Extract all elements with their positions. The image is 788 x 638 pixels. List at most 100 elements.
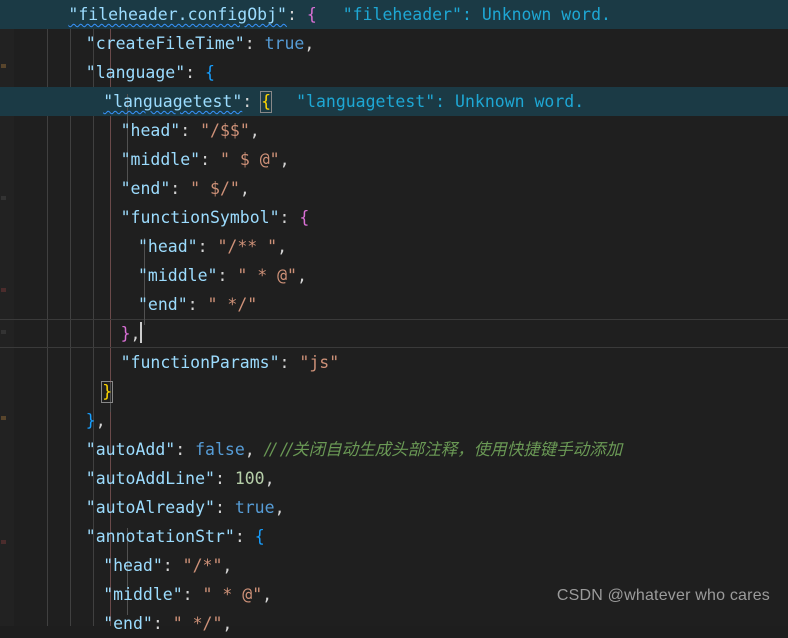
ruler-mark-0 bbox=[1, 64, 6, 68]
json-punctuation: { bbox=[205, 63, 215, 82]
json-property: "end" bbox=[120, 179, 171, 198]
json-property: "functionParams" bbox=[120, 353, 280, 372]
code-line[interactable]: "head": "/** ", bbox=[40, 232, 788, 261]
json-string: " $ @" bbox=[219, 150, 280, 169]
code-line[interactable]: "head": "/*", bbox=[40, 551, 788, 580]
json-punctuation: : bbox=[214, 498, 225, 517]
json-property: "middle" bbox=[138, 266, 218, 285]
json-punctuation: , bbox=[239, 179, 250, 198]
code-editor[interactable]: "fileheader.configObj": {"fileheader": U… bbox=[0, 0, 788, 633]
json-punctuation: , bbox=[262, 585, 273, 604]
json-punctuation: , bbox=[279, 150, 290, 169]
json-punctuation: } bbox=[120, 324, 131, 343]
code-line[interactable]: "functionSymbol": { bbox=[40, 203, 788, 232]
json-punctuation: : bbox=[217, 266, 228, 285]
json-keyword: false bbox=[195, 440, 245, 459]
json-punctuation: : bbox=[242, 92, 253, 111]
code-lines: "fileheader.configObj": {"fileheader": U… bbox=[0, 0, 788, 638]
json-string: " */" bbox=[207, 295, 258, 314]
json-punctuation: , bbox=[95, 411, 106, 430]
code-line[interactable]: "end": " */" bbox=[40, 290, 788, 319]
code-line[interactable]: "head": "/$$", bbox=[40, 116, 788, 145]
json-property: "middle" bbox=[120, 150, 201, 169]
json-punctuation: , bbox=[222, 614, 233, 633]
json-property: "head" bbox=[138, 237, 198, 256]
inline-spelling-hint: "fileheader": Unknown word. bbox=[342, 5, 611, 24]
code-line[interactable]: "fileheader.configObj": {"fileheader": U… bbox=[0, 0, 788, 29]
json-punctuation: : bbox=[187, 295, 198, 314]
json-property: "end" bbox=[138, 295, 188, 314]
code-line[interactable]: "autoAlready": true, bbox=[40, 493, 788, 522]
editor-text-area[interactable]: "fileheader.configObj": {"fileheader": U… bbox=[0, 0, 788, 633]
json-string: "/** " bbox=[217, 237, 278, 256]
bracket-match: } bbox=[101, 381, 114, 403]
json-property: "languagetest" bbox=[103, 92, 243, 111]
json-punctuation: , bbox=[222, 556, 233, 575]
json-punctuation: : bbox=[279, 208, 290, 227]
code-line[interactable]: "autoAdd": false, // //关闭自动生成头部注释，使用快捷键手… bbox=[40, 435, 788, 464]
json-punctuation: { bbox=[299, 208, 310, 227]
json-property: "language" bbox=[85, 63, 186, 82]
json-punctuation: , bbox=[264, 469, 275, 488]
ruler-mark-4 bbox=[1, 416, 6, 420]
watermark-label: CSDN @whatever who cares bbox=[556, 587, 770, 604]
json-punctuation: , bbox=[274, 498, 285, 517]
json-punctuation: : bbox=[286, 5, 297, 24]
json-punctuation: : bbox=[185, 63, 196, 82]
ruler-mark-5 bbox=[1, 540, 6, 544]
code-line[interactable]: "createFileTime": true, bbox=[40, 29, 788, 58]
json-punctuation: : bbox=[214, 469, 225, 488]
inline-spelling-hint: "languagetest": Unknown word. bbox=[296, 92, 585, 111]
json-string: " */" bbox=[172, 614, 223, 633]
code-comment: // //关闭自动生成头部注释，使用快捷键手动添加 bbox=[264, 440, 623, 459]
json-punctuation: , bbox=[244, 440, 255, 459]
code-line[interactable]: "language": { bbox=[40, 58, 788, 87]
code-line[interactable]: "languagetest": { "languagetest": Unknown… bbox=[0, 87, 788, 116]
code-line[interactable]: }, bbox=[40, 406, 788, 435]
json-string: "/$$" bbox=[200, 121, 250, 140]
json-keyword: true bbox=[234, 498, 275, 517]
json-property: "head" bbox=[103, 556, 163, 575]
bracket-match: { bbox=[260, 91, 273, 113]
code-line[interactable]: "end": " */", bbox=[40, 609, 788, 638]
code-line[interactable]: "middle": " $ @", bbox=[40, 145, 788, 174]
json-punctuation: { bbox=[306, 5, 317, 24]
json-punctuation: : bbox=[152, 614, 163, 633]
json-punctuation: , bbox=[296, 266, 307, 285]
code-line[interactable]: }, bbox=[0, 319, 788, 348]
json-punctuation: : bbox=[180, 121, 191, 140]
json-property: "autoAdd" bbox=[85, 440, 176, 459]
json-punctuation: : bbox=[182, 585, 193, 604]
code-line[interactable]: "middle": " * @", bbox=[40, 261, 788, 290]
text-cursor bbox=[140, 322, 143, 343]
code-line[interactable]: "functionParams": "js" bbox=[40, 348, 788, 377]
json-property: "autoAlready" bbox=[85, 498, 215, 517]
code-line[interactable]: "annotationStr": { bbox=[40, 522, 788, 551]
json-property: "annotationStr" bbox=[85, 527, 235, 546]
json-string: " * @" bbox=[237, 266, 297, 285]
json-punctuation: , bbox=[304, 34, 315, 53]
json-property: "end" bbox=[103, 614, 153, 633]
code-line[interactable]: } bbox=[40, 377, 788, 406]
json-string: " * @" bbox=[202, 585, 263, 604]
json-property: "createFileTime" bbox=[85, 34, 245, 53]
json-punctuation: : bbox=[244, 34, 255, 53]
json-punctuation: , bbox=[249, 121, 260, 140]
code-line[interactable]: "end": " $/", bbox=[40, 174, 788, 203]
json-punctuation: } bbox=[85, 411, 96, 430]
code-line[interactable]: "autoAddLine": 100, bbox=[40, 464, 788, 493]
